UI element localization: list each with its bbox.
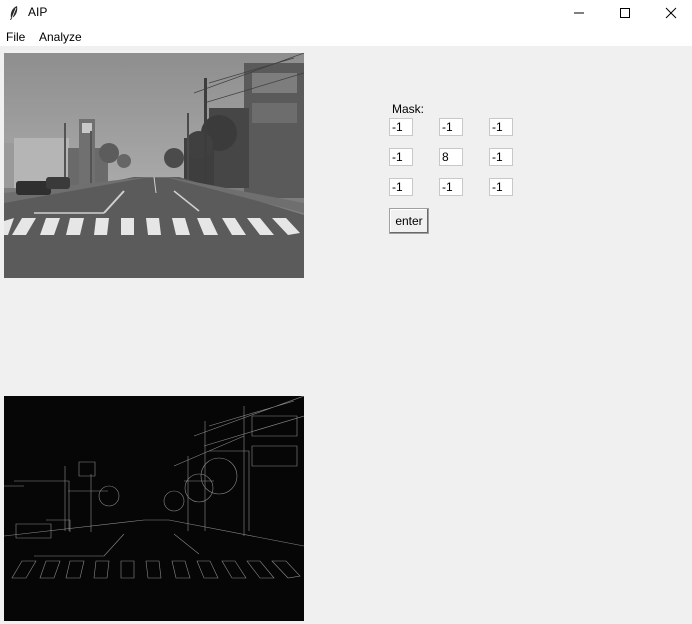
window-title: AIP	[28, 5, 48, 19]
menu-analyze[interactable]: Analyze	[39, 30, 82, 44]
close-button[interactable]	[648, 0, 692, 27]
mask-cell-r1c3[interactable]	[489, 118, 513, 136]
original-image	[4, 53, 304, 278]
maximize-button[interactable]	[602, 0, 648, 27]
minimize-button[interactable]	[556, 0, 602, 27]
mask-cell-r3c1[interactable]	[389, 178, 413, 196]
menu-bar: File Analyze	[0, 27, 692, 46]
filtered-image	[4, 396, 304, 621]
feather-icon	[10, 6, 18, 20]
mask-cell-r2c2[interactable]	[439, 148, 463, 166]
mask-cell-r3c3[interactable]	[489, 178, 513, 196]
close-icon	[665, 7, 677, 19]
mask-cell-r1c1[interactable]	[389, 118, 413, 136]
menu-file[interactable]: File	[6, 30, 25, 44]
mask-cell-r3c2[interactable]	[439, 178, 463, 196]
enter-button[interactable]: enter	[389, 208, 429, 234]
minimize-icon	[574, 12, 584, 14]
title-bar: AIP	[0, 0, 692, 27]
mask-cell-r2c3[interactable]	[489, 148, 513, 166]
mask-label: Mask:	[392, 102, 425, 116]
mask-cell-r2c1[interactable]	[389, 148, 413, 166]
maximize-icon	[620, 8, 630, 18]
mask-cell-r1c2[interactable]	[439, 118, 463, 136]
